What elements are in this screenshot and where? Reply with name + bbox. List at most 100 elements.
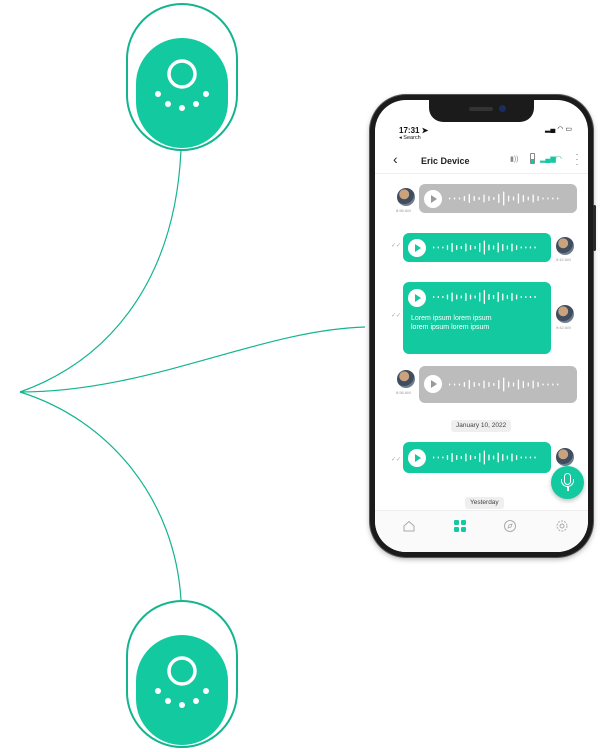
waveform-bar bbox=[446, 455, 449, 460]
waveform-bar bbox=[520, 246, 522, 249]
waveform-bar bbox=[534, 296, 536, 298]
waveform-bar bbox=[498, 194, 500, 203]
waveform-bar bbox=[520, 456, 522, 459]
waveform-bar bbox=[453, 197, 456, 200]
avatar bbox=[397, 188, 415, 206]
more-icon[interactable]: · · · bbox=[574, 150, 580, 169]
waveform-bar bbox=[469, 294, 472, 300]
waveform-bar bbox=[433, 456, 435, 459]
front-camera bbox=[499, 105, 506, 112]
waveform bbox=[449, 377, 559, 392]
waveform-bar bbox=[502, 293, 504, 301]
waveform-bar bbox=[502, 244, 504, 251]
status-back-link[interactable]: ◂ Search bbox=[399, 135, 421, 141]
waveform-bar bbox=[474, 246, 476, 249]
waveform-bar bbox=[488, 382, 490, 387]
waveform-bar bbox=[437, 246, 439, 249]
waveform-bar bbox=[532, 194, 534, 203]
waveform-bar bbox=[442, 456, 444, 459]
waveform-bar bbox=[506, 245, 509, 250]
speaker bbox=[469, 107, 493, 111]
message-time: 8:56 AM bbox=[396, 208, 411, 213]
message-time: 8:56 AM bbox=[396, 390, 411, 395]
play-button[interactable] bbox=[424, 375, 442, 393]
waveform-bar bbox=[522, 381, 524, 388]
waveform-bar bbox=[512, 196, 515, 201]
waveform-bar bbox=[460, 456, 462, 459]
page-title: Eric Device bbox=[421, 156, 470, 166]
waveform-bar bbox=[479, 453, 481, 462]
waveform-bar bbox=[437, 456, 439, 459]
phone-screen: 17:31 ➤ ◂ Search ▂▄ ◠ ▭ ‹ Eric Device ▮)… bbox=[375, 100, 588, 552]
waveform-bar bbox=[497, 242, 499, 253]
waveform-bar bbox=[507, 381, 510, 388]
status-time: 17:31 ➤ bbox=[399, 126, 429, 135]
waveform-bar bbox=[469, 245, 472, 250]
waveform-bar bbox=[479, 243, 481, 252]
play-button[interactable] bbox=[408, 449, 426, 467]
waveform-bar bbox=[451, 453, 453, 462]
phone-mockup: 17:31 ➤ ◂ Search ▂▄ ◠ ▭ ‹ Eric Device ▮)… bbox=[370, 95, 596, 557]
waveform-bar bbox=[552, 197, 554, 200]
waveform-bar bbox=[506, 295, 509, 299]
waveform bbox=[433, 290, 536, 304]
waveform-bar bbox=[527, 196, 529, 201]
device-top bbox=[126, 3, 238, 151]
waveform-bar bbox=[463, 382, 466, 387]
wifi-icon: ◠ bbox=[555, 154, 562, 163]
waveform-bar bbox=[493, 197, 495, 200]
waveform-bar bbox=[465, 243, 467, 252]
waveform-bar bbox=[522, 195, 524, 202]
waveform-bar bbox=[433, 296, 435, 298]
avatar bbox=[556, 448, 574, 466]
voice-message-outgoing: Lorem ipsum lorem ipsum lorem ipsum lore… bbox=[403, 282, 551, 354]
device-bottom bbox=[126, 600, 238, 748]
waveform-bar bbox=[498, 380, 500, 389]
waveform-bar bbox=[511, 453, 513, 462]
read-ticks: ✓✓ bbox=[391, 313, 402, 319]
waveform-bar bbox=[503, 191, 505, 206]
waveform-bar bbox=[492, 245, 495, 250]
waveform-bar bbox=[456, 455, 458, 460]
compass-icon[interactable] bbox=[503, 519, 517, 533]
waveform-bar bbox=[529, 456, 532, 459]
waveform-bar bbox=[515, 245, 518, 250]
chevron-left-icon[interactable]: ‹ bbox=[393, 151, 398, 167]
home-icon[interactable] bbox=[402, 519, 416, 533]
grid-icon[interactable] bbox=[453, 519, 467, 533]
signal-icon: ▂▄▆ bbox=[540, 156, 556, 163]
waveform-bar bbox=[478, 197, 480, 200]
waveform-bar bbox=[515, 455, 518, 460]
waveform-bar bbox=[483, 194, 485, 203]
waveform-bar bbox=[483, 290, 485, 304]
message-time: 9:42 AM bbox=[556, 325, 571, 330]
waveform-bar bbox=[469, 455, 472, 460]
waveform-bar bbox=[433, 246, 435, 249]
play-button[interactable] bbox=[408, 289, 426, 307]
waveform-bar bbox=[502, 454, 504, 461]
waveform-bar bbox=[512, 382, 515, 387]
play-button[interactable] bbox=[408, 239, 426, 257]
waveform-bar bbox=[473, 196, 475, 201]
waveform-bar bbox=[449, 383, 451, 386]
waveform-bar bbox=[537, 196, 539, 201]
waveform-bar bbox=[547, 197, 549, 200]
waveform-bar bbox=[511, 293, 513, 301]
waveform-bar bbox=[511, 243, 513, 252]
waveform-bar bbox=[442, 246, 444, 249]
play-button[interactable] bbox=[424, 190, 442, 208]
waveform-bar bbox=[525, 246, 527, 249]
message-time: 9:42 AM bbox=[556, 257, 571, 262]
waveform-bar bbox=[478, 383, 480, 386]
waveform-bar bbox=[468, 380, 470, 389]
waveform bbox=[433, 450, 536, 465]
waveform-bar bbox=[557, 197, 559, 200]
waveform-bar bbox=[492, 455, 495, 460]
waveform-bar bbox=[542, 383, 544, 386]
record-button[interactable] bbox=[551, 466, 584, 499]
waveform-bar bbox=[534, 456, 536, 459]
volume-icon: ▮)) bbox=[510, 156, 519, 163]
waveform-bar bbox=[527, 382, 529, 387]
settings-icon[interactable] bbox=[555, 519, 569, 533]
device-light-icon bbox=[155, 656, 209, 708]
